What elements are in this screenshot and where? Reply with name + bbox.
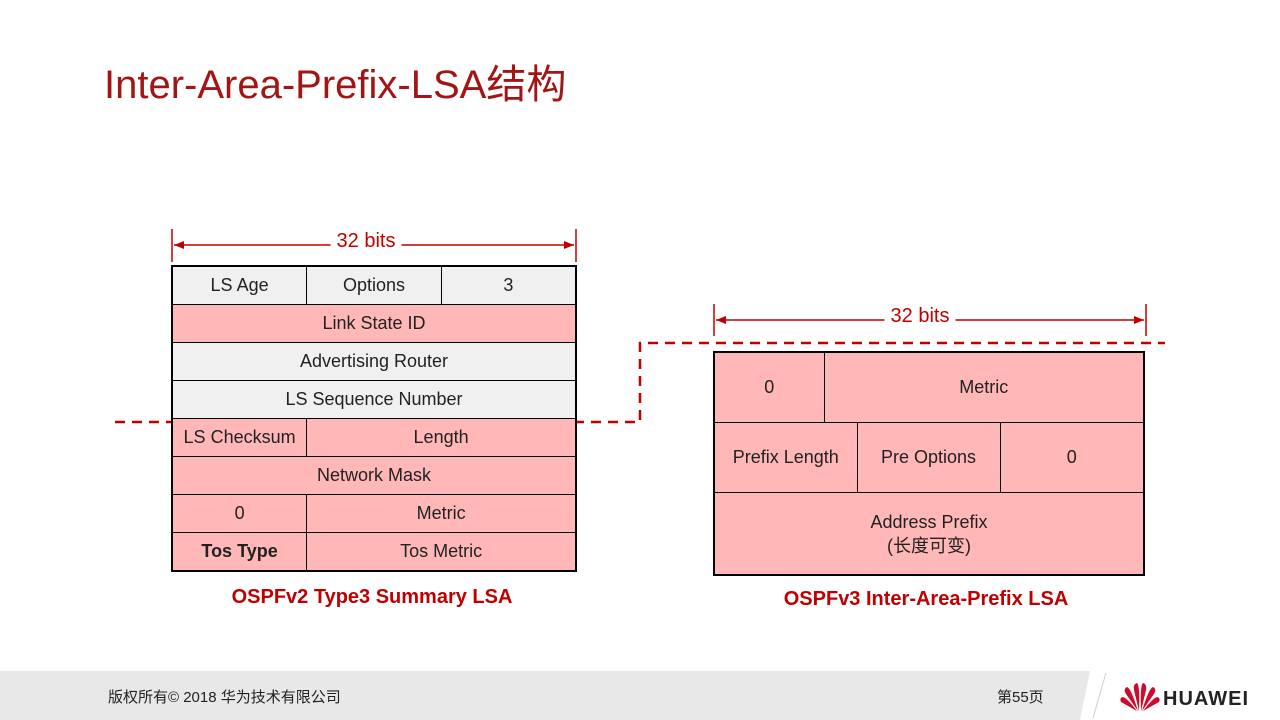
network-mask-cell: Network Mask [171, 456, 577, 495]
table-row: 0 Metric [171, 494, 577, 533]
ls-age-cell: LS Age [171, 265, 308, 305]
huawei-flower-icon [1120, 683, 1160, 711]
table-row: Advertising Router [171, 342, 577, 381]
ls-type-cell: 3 [440, 265, 577, 305]
link-state-id-cell: Link State ID [171, 304, 577, 343]
table-row: LS Checksum Length [171, 418, 577, 457]
address-prefix-cell: Address Prefix (长度可变) [713, 492, 1145, 576]
huawei-wordmark: HUAWEI [1163, 688, 1249, 710]
right-caption: OSPFv3 Inter-Area-Prefix LSA [783, 588, 1069, 610]
table-row: Link State ID [171, 304, 577, 343]
table-row: Tos Type Tos Metric [171, 532, 577, 572]
zero-cell: 0 [713, 351, 825, 423]
table-row: LS Age Options 3 [171, 265, 577, 305]
address-prefix-label: Address Prefix [870, 511, 988, 532]
page-number: 第55页 [997, 689, 1044, 706]
tos-metric-cell: Tos Metric [306, 532, 577, 572]
table-row: Prefix Length Pre Options 0 [713, 422, 1145, 493]
prefix-options-cell: Pre Options [856, 422, 1001, 493]
zero-cell: 0 [999, 422, 1145, 493]
ls-checksum-cell: LS Checksum [171, 418, 308, 457]
ospfv3-inter-area-prefix-lsa-table: 0 Metric Prefix Length Pre Options 0 Add… [713, 351, 1146, 576]
prefix-length-cell: Prefix Length [713, 422, 858, 493]
variable-length-note: (长度可变) [887, 535, 971, 556]
left-bits-label: 32 bits [330, 230, 402, 253]
table-row: LS Sequence Number [171, 380, 577, 419]
zero-cell: 0 [171, 494, 308, 533]
tos-type-cell: Tos Type [171, 532, 308, 572]
metric-cell: Metric [823, 351, 1145, 423]
advertising-router-cell: Advertising Router [171, 342, 577, 381]
ls-sequence-number-cell: LS Sequence Number [171, 380, 577, 419]
ospfv2-summary-lsa-table: LS Age Options 3 Link State ID Advertisi… [171, 265, 577, 572]
options-cell: Options [306, 265, 442, 305]
table-row: 0 Metric [713, 351, 1145, 423]
table-row: Address Prefix (长度可变) [713, 492, 1145, 576]
right-bits-label: 32 bits [884, 305, 956, 328]
table-row: Network Mask [171, 456, 577, 495]
metric-cell: Metric [306, 494, 577, 533]
length-cell: Length [306, 418, 577, 457]
copyright-text: 版权所有© 2018 华为技术有限公司 [108, 689, 341, 706]
left-caption: OSPFv2 Type3 Summary LSA [231, 586, 513, 608]
